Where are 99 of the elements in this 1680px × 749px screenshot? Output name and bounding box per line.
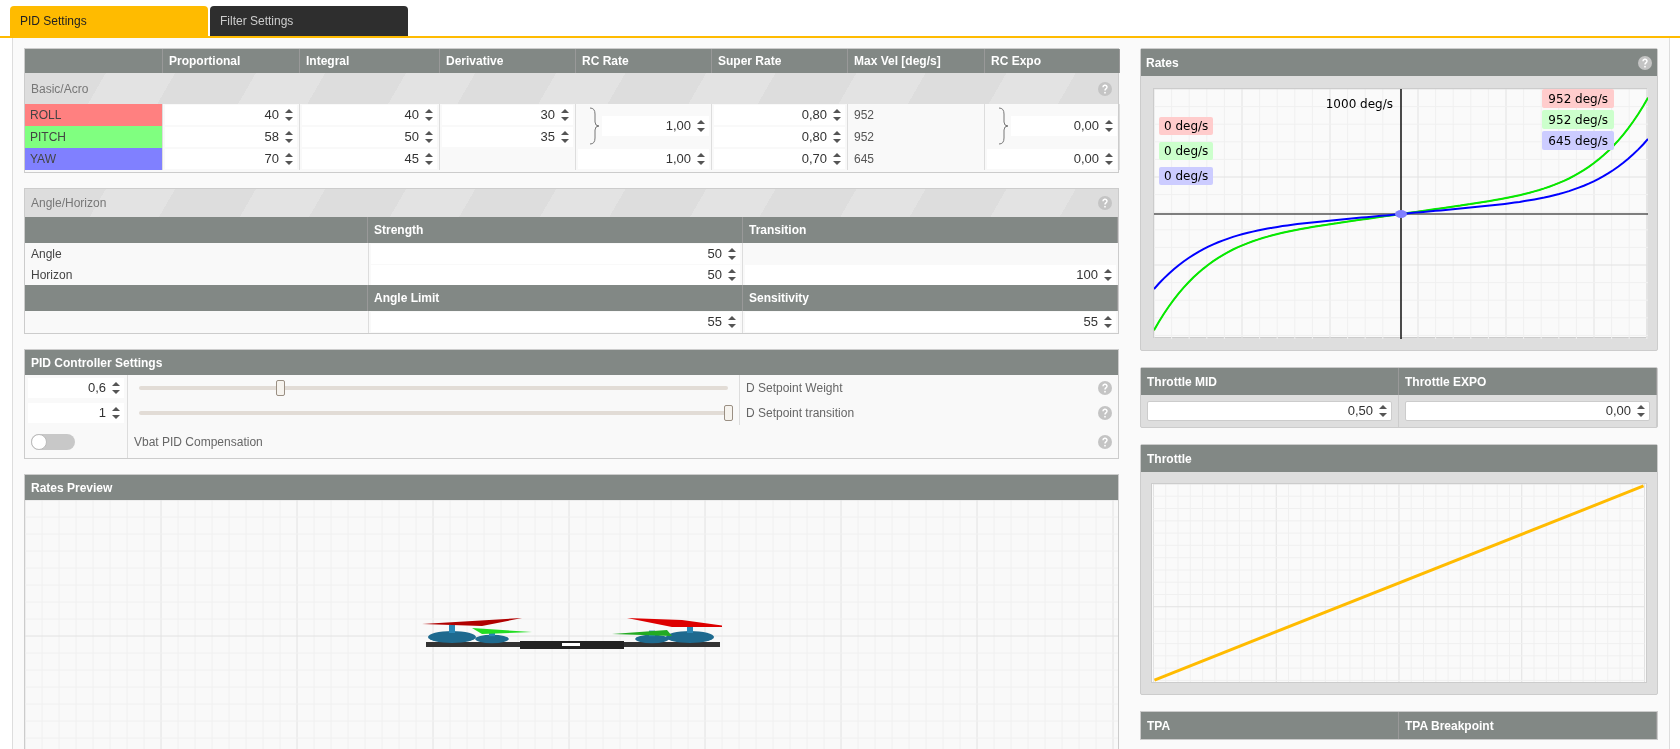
spinner-icon: [112, 379, 120, 396]
column-header: Throttle EXPO: [1399, 368, 1657, 395]
spinner-icon: [1105, 151, 1113, 167]
toggle-switch[interactable]: [31, 433, 75, 450]
column-header: Max Vel [deg/s]: [848, 49, 985, 73]
column-header: TPA Breakpoint: [1399, 712, 1657, 739]
spinner-icon: [1637, 403, 1645, 419]
number-field[interactable]: 1,00: [602, 116, 709, 136]
spinner-icon: [728, 245, 736, 262]
max-velocity: 645: [853, 151, 875, 168]
spinner-icon: [833, 151, 841, 167]
number-field[interactable]: 58: [165, 127, 297, 147]
number-field[interactable]: 40: [302, 105, 437, 125]
panel-title: PID Controller Settings: [25, 350, 1118, 375]
center-dot: [1395, 210, 1407, 218]
spinner-icon: [833, 107, 841, 123]
column-header: RC Expo: [985, 49, 1120, 73]
panel-title: Throttle: [1141, 445, 1657, 472]
rate-label: 952 deg/s: [1542, 89, 1614, 108]
rate-label: 645 deg/s: [1542, 131, 1614, 150]
panel-title: Rates: [1146, 54, 1179, 72]
tab[interactable]: Filter Settings: [210, 6, 408, 36]
section-title: Angle/Horizon: [31, 195, 107, 212]
number-field[interactable]: 70: [165, 149, 297, 169]
number-field[interactable]: 50: [371, 243, 740, 264]
spinner-icon: [728, 266, 736, 283]
rate-label: 0 deg/s: [1159, 167, 1214, 185]
help-icon: [1638, 55, 1652, 70]
rate-label: 952 deg/s: [1542, 110, 1614, 129]
number-field[interactable]: 0,80: [714, 105, 845, 125]
setting-label: D Setpoint transition: [746, 404, 855, 422]
number-field[interactable]: 40: [165, 105, 297, 125]
axis-label: PITCH: [25, 126, 162, 148]
row-label: Angle: [30, 245, 63, 263]
number-field[interactable]: 100: [745, 264, 1116, 285]
number-field[interactable]: 0,00: [987, 149, 1117, 169]
number-field[interactable]: 0,70: [714, 149, 845, 169]
column-header: Angle Limit: [368, 285, 743, 311]
panel-title: Rates Preview: [25, 475, 1118, 500]
setting-label: D Setpoint Weight: [746, 379, 843, 397]
tab[interactable]: PID Settings: [10, 6, 208, 36]
spinner-icon: [561, 107, 569, 123]
spinner-icon: [425, 151, 433, 167]
spinner-icon: [285, 151, 293, 167]
column-header: Derivative: [440, 49, 576, 73]
axis-label: ROLL: [25, 104, 162, 126]
number-field[interactable]: 45: [302, 149, 437, 169]
number-field[interactable]: 55: [745, 312, 1116, 332]
spinner-icon: [285, 107, 293, 123]
number-field[interactable]: 50: [371, 264, 740, 285]
rate-label: 0 deg/s: [1159, 142, 1214, 160]
number-field[interactable]: 55: [371, 312, 740, 332]
number-field[interactable]: 0,80: [714, 127, 845, 147]
max-velocity: 952: [853, 107, 875, 124]
spinner-icon: [833, 129, 841, 145]
section-title: Basic/Acro: [31, 80, 89, 98]
number-field[interactable]: 0,00: [1011, 116, 1117, 136]
max-velocity: 952: [853, 129, 875, 146]
setting-label: Vbat PID Compensation: [134, 433, 263, 451]
column-header: Throttle MID: [1141, 368, 1399, 395]
help-icon: [1098, 434, 1112, 449]
number-field[interactable]: 0,00: [1405, 401, 1650, 421]
number-field[interactable]: 1,00: [578, 149, 709, 169]
number-field[interactable]: 30: [442, 105, 573, 125]
spinner-icon: [112, 404, 120, 421]
number-field[interactable]: 0,6: [28, 377, 124, 398]
column-header: Sensitivity: [743, 285, 1118, 311]
spinner-icon: [728, 314, 736, 330]
spinner-icon: [1104, 266, 1112, 283]
spinner-icon: [425, 129, 433, 145]
column-header: Transition: [743, 217, 1118, 243]
brace-icon: [997, 106, 1009, 146]
help-icon: [1098, 196, 1112, 210]
number-field[interactable]: 50: [302, 127, 437, 147]
column-header: Integral: [300, 49, 440, 73]
help-icon: [1098, 380, 1112, 395]
column-header: Proportional: [163, 49, 300, 73]
rate-label: 0 deg/s: [1159, 117, 1214, 135]
spinner-icon: [1105, 118, 1113, 134]
spinner-icon: [1104, 314, 1112, 330]
column-header: Strength: [368, 217, 743, 243]
number-field[interactable]: 0,50: [1147, 401, 1392, 421]
column-header: TPA: [1141, 712, 1399, 739]
spinner-icon: [561, 129, 569, 145]
axis-label: YAW: [25, 148, 162, 170]
column-header: Super Rate: [712, 49, 848, 73]
number-field[interactable]: 35: [442, 127, 573, 147]
spinner-icon: [1379, 403, 1387, 419]
help-icon: [1098, 81, 1112, 96]
spinner-icon: [697, 151, 705, 167]
number-field[interactable]: 1: [28, 402, 124, 423]
axis-label: 1000 deg/s: [1325, 96, 1393, 113]
column-header: RC Rate: [576, 49, 712, 73]
spinner-icon: [697, 118, 705, 134]
brace-icon: [588, 106, 600, 146]
spinner-icon: [285, 129, 293, 145]
help-icon: [1098, 405, 1112, 420]
row-label: Horizon: [30, 266, 74, 284]
spinner-icon: [425, 107, 433, 123]
